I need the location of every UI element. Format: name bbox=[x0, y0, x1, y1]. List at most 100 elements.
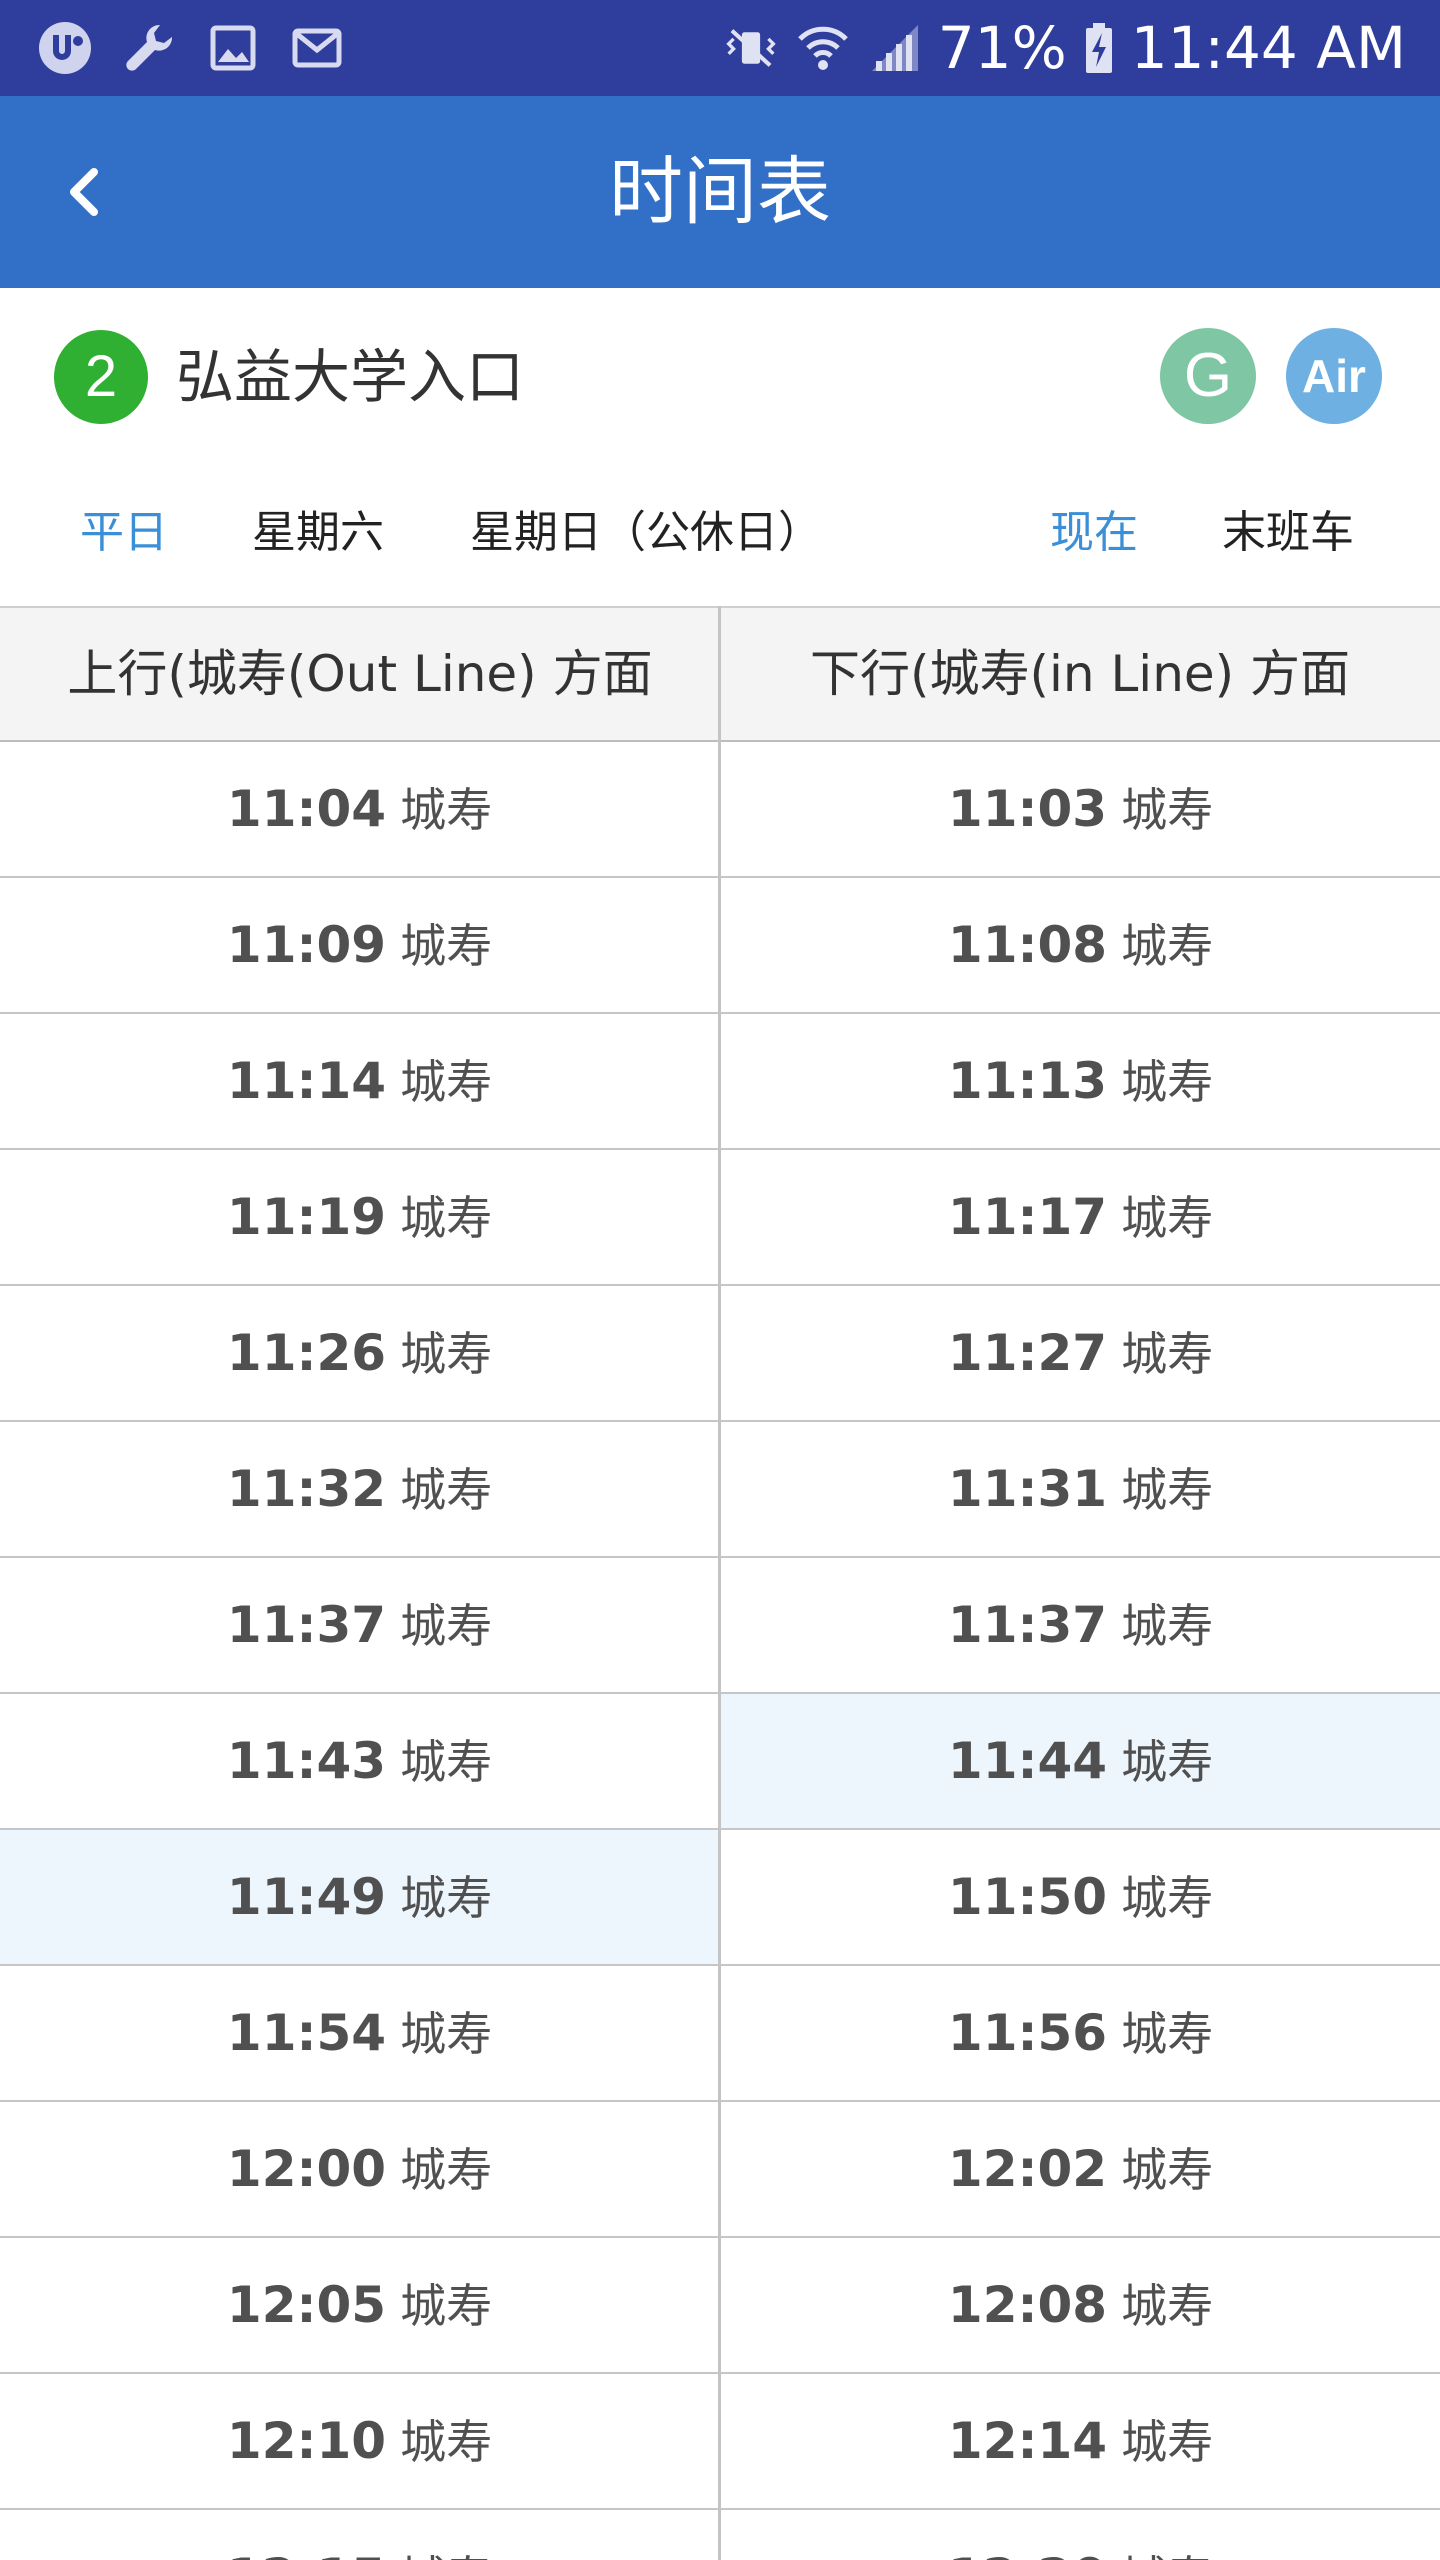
station-name: 弘益大学入口 bbox=[176, 343, 525, 411]
destination: 城寿 bbox=[400, 1055, 493, 1109]
g-button[interactable]: G bbox=[1160, 328, 1256, 424]
destination: 城寿 bbox=[1121, 1871, 1214, 1925]
destination: 城寿 bbox=[1121, 1735, 1214, 1789]
down-departure-cell[interactable]: 12:20 城寿 bbox=[721, 2510, 1440, 2560]
page-title: 时间表 bbox=[609, 149, 831, 235]
departure-time: 11:44 bbox=[947, 1732, 1108, 1790]
line-number-badge: 2 bbox=[54, 330, 148, 424]
up-departure-cell[interactable]: 12:10 城寿 bbox=[0, 2374, 719, 2508]
up-departure-cell[interactable]: 11:26 城寿 bbox=[0, 1286, 719, 1420]
destination: 城寿 bbox=[400, 1599, 493, 1653]
image-icon bbox=[204, 19, 262, 77]
up-departure-cell[interactable]: 11:14 城寿 bbox=[0, 1014, 719, 1148]
down-departure-cell[interactable]: 12:14 城寿 bbox=[721, 2374, 1440, 2508]
up-departure-cell[interactable]: 11:37 城寿 bbox=[0, 1558, 719, 1692]
u-plus-icon bbox=[36, 19, 94, 77]
departure-time: 12:14 bbox=[947, 2412, 1108, 2470]
departure-time: 11:08 bbox=[947, 916, 1108, 974]
last-train-button[interactable]: 末班车 bbox=[1222, 478, 1354, 588]
down-departure-cell[interactable]: 11:37 城寿 bbox=[721, 1558, 1440, 1692]
up-departure-cell[interactable]: 11:04 城寿 bbox=[0, 742, 719, 876]
destination: 城寿 bbox=[400, 2279, 493, 2333]
destination: 城寿 bbox=[1121, 919, 1214, 973]
departure-time: 11:31 bbox=[947, 1460, 1108, 1518]
departure-time: 12:05 bbox=[226, 2276, 387, 2334]
up-departure-cell[interactable]: 12:00 城寿 bbox=[0, 2102, 719, 2236]
departure-time: 12:00 bbox=[226, 2140, 387, 2198]
timetable: 上行(城寿(Out Line) 方面 下行(城寿(in Line) 方面 11:… bbox=[0, 606, 1440, 2560]
destination: 城寿 bbox=[400, 1871, 493, 1925]
destination: 城寿 bbox=[1121, 2551, 1213, 2560]
destination: 城寿 bbox=[1121, 1463, 1214, 1517]
destination: 城寿 bbox=[400, 783, 493, 837]
up-departure-cell[interactable]: 11:43 城寿 bbox=[0, 1694, 719, 1828]
destination: 城寿 bbox=[400, 1327, 493, 1381]
wifi-icon bbox=[794, 19, 852, 77]
departure-time: 11:37 bbox=[947, 1596, 1108, 1654]
departure-time: 11:19 bbox=[226, 1188, 387, 1246]
app-bar: 时间表 bbox=[0, 96, 1440, 288]
header-down-direction: 下行(城寿(in Line) 方面 bbox=[809, 645, 1351, 703]
destination: 城寿 bbox=[400, 2007, 493, 2061]
destination: 城寿 bbox=[1121, 1055, 1214, 1109]
departure-time: 11:03 bbox=[947, 780, 1108, 838]
departure-time: 11:49 bbox=[226, 1868, 387, 1926]
tab-weekday[interactable]: 平日 bbox=[80, 478, 168, 588]
wrench-icon bbox=[120, 19, 178, 77]
destination: 城寿 bbox=[400, 2143, 493, 2197]
departure-time: 11:50 bbox=[947, 1868, 1108, 1926]
tab-saturday[interactable]: 星期六 bbox=[252, 478, 384, 588]
departure-time: 11:54 bbox=[226, 2004, 387, 2062]
up-departure-cell[interactable]: 12:05 城寿 bbox=[0, 2238, 719, 2372]
departure-time: 11:13 bbox=[947, 1052, 1108, 1110]
down-departure-cell[interactable]: 11:50 城寿 bbox=[721, 1830, 1440, 1964]
down-departure-cell[interactable]: 11:17 城寿 bbox=[721, 1150, 1440, 1284]
departure-time: 11:37 bbox=[226, 1596, 387, 1654]
now-button[interactable]: 现在 bbox=[1050, 478, 1138, 588]
system-status: 71% 11:44 AM bbox=[722, 0, 1406, 96]
destination: 城寿 bbox=[400, 1463, 493, 1517]
down-departure-cell[interactable]: 12:08 城寿 bbox=[721, 2238, 1440, 2372]
down-departure-cell[interactable]: 11:13 城寿 bbox=[721, 1014, 1440, 1148]
departure-time: 11:17 bbox=[947, 1188, 1108, 1246]
down-departure-cell[interactable]: 12:02 城寿 bbox=[721, 2102, 1440, 2236]
departure-time: 11:32 bbox=[226, 1460, 387, 1518]
up-departure-cell[interactable]: 12:15 城寿 bbox=[0, 2510, 719, 2560]
up-departure-cell[interactable]: 11:54 城寿 bbox=[0, 1966, 719, 2100]
destination: 城寿 bbox=[400, 1191, 493, 1245]
departure-time: 11:56 bbox=[947, 2004, 1108, 2062]
destination: 城寿 bbox=[400, 919, 493, 973]
destination: 城寿 bbox=[1121, 2279, 1214, 2333]
down-departure-cell[interactable]: 11:08 城寿 bbox=[721, 878, 1440, 1012]
departure-time: 12:10 bbox=[226, 2412, 387, 2470]
departure-time: 12:15 bbox=[227, 2548, 386, 2560]
destination: 城寿 bbox=[400, 2551, 492, 2560]
down-departure-cell[interactable]: 11:56 城寿 bbox=[721, 1966, 1440, 2100]
up-departure-cell[interactable]: 11:09 城寿 bbox=[0, 878, 719, 1012]
down-departure-cell[interactable]: 11:31 城寿 bbox=[721, 1422, 1440, 1556]
up-departure-cell[interactable]: 11:49 城寿 bbox=[0, 1830, 719, 1964]
tab-sunday-holiday[interactable]: 星期日（公休日） bbox=[470, 478, 822, 588]
down-departure-cell[interactable]: 11:27 城寿 bbox=[721, 1286, 1440, 1420]
down-departure-cell[interactable]: 11:03 城寿 bbox=[721, 742, 1440, 876]
up-departure-cell[interactable]: 11:32 城寿 bbox=[0, 1422, 719, 1556]
departure-time: 11:09 bbox=[226, 916, 387, 974]
header-up-direction: 上行(城寿(Out Line) 方面 bbox=[67, 645, 653, 703]
departure-time: 12:20 bbox=[948, 2548, 1107, 2560]
destination: 城寿 bbox=[1121, 2143, 1214, 2197]
destination: 城寿 bbox=[1121, 1327, 1214, 1381]
departure-time: 12:02 bbox=[947, 2140, 1108, 2198]
notification-icons bbox=[36, 0, 346, 96]
destination: 城寿 bbox=[400, 1735, 493, 1789]
destination: 城寿 bbox=[1121, 1191, 1214, 1245]
departure-time: 11:04 bbox=[226, 780, 387, 838]
down-departure-cell[interactable]: 11:44 城寿 bbox=[721, 1694, 1440, 1828]
schedule-tabs: 平日 星期六 星期日（公休日） 现在 末班车 bbox=[0, 478, 1440, 588]
column-divider bbox=[718, 606, 721, 2560]
up-departure-cell[interactable]: 11:19 城寿 bbox=[0, 1150, 719, 1284]
mute-vibrate-icon bbox=[722, 19, 780, 77]
clock-time: 11:44 AM bbox=[1130, 14, 1406, 82]
departure-time: 11:43 bbox=[226, 1732, 387, 1790]
air-button[interactable]: Air bbox=[1286, 328, 1382, 424]
signal-icon bbox=[866, 19, 924, 77]
